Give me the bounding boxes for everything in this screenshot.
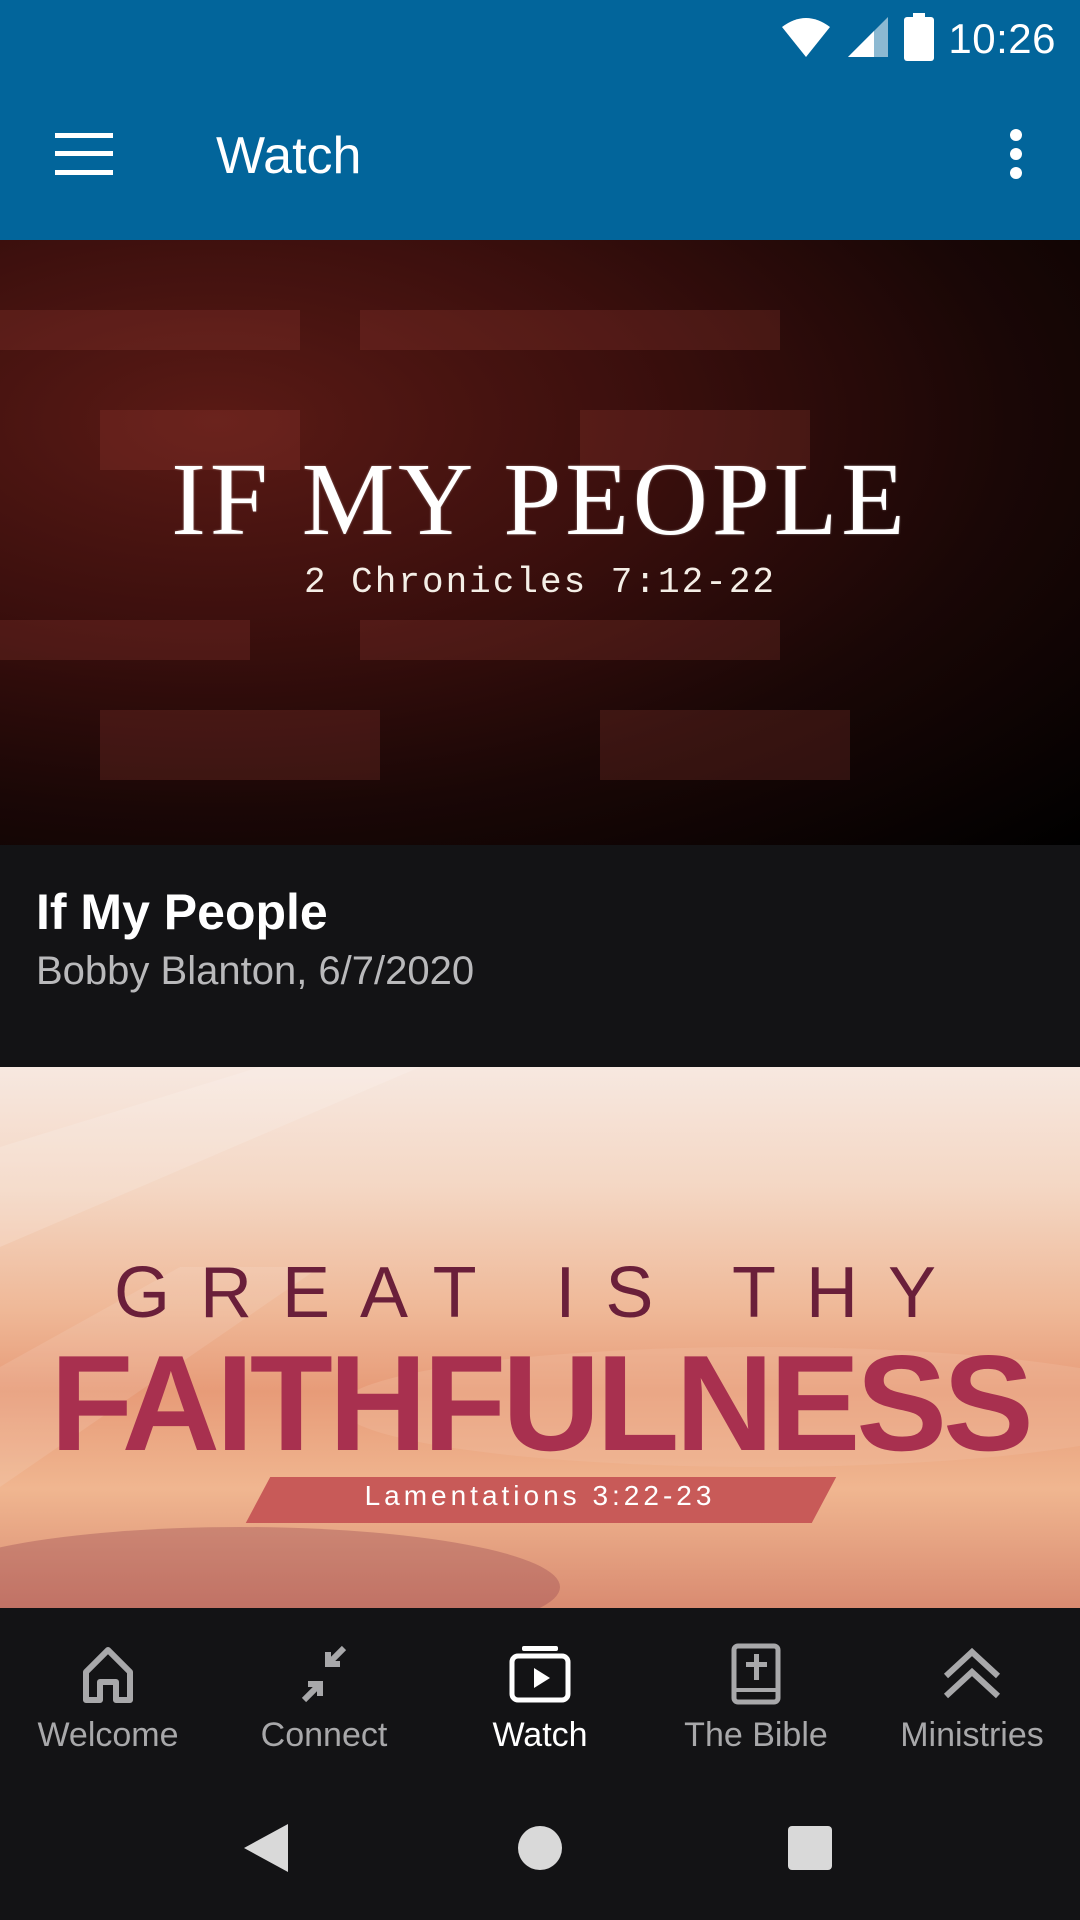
app-bar: Watch xyxy=(0,78,1080,240)
back-icon xyxy=(242,1822,290,1879)
nav-item-ministries[interactable]: Ministries xyxy=(864,1608,1080,1778)
system-navigation-bar xyxy=(0,1778,1080,1920)
menu-button[interactable] xyxy=(40,120,128,192)
status-bar: 10:26 xyxy=(0,0,1080,78)
double-chevron-up-icon xyxy=(940,1642,1004,1706)
recents-button[interactable] xyxy=(778,1818,842,1882)
nav-item-watch[interactable]: Watch xyxy=(432,1608,648,1778)
page-title: Watch xyxy=(216,127,362,185)
home-button[interactable] xyxy=(508,1818,572,1882)
bible-icon xyxy=(724,1642,788,1706)
nav-label: Ministries xyxy=(900,1716,1044,1754)
nav-label: Connect xyxy=(260,1716,388,1754)
nav-label: The Bible xyxy=(684,1716,828,1754)
hamburger-menu-icon xyxy=(55,132,113,180)
status-time: 10:26 xyxy=(948,15,1056,62)
nav-item-connect[interactable]: Connect xyxy=(216,1608,432,1778)
signal-icon xyxy=(846,15,890,64)
nav-label: Watch xyxy=(492,1716,588,1754)
bottom-navigation: Welcome Connect Watch The Bible Ministri… xyxy=(0,1608,1080,1778)
connect-arrows-icon xyxy=(292,1642,356,1706)
artwork-subtitle: 2 Chronicles 7:12-22 xyxy=(303,562,777,603)
artwork-line-1: GREAT IS THY xyxy=(113,1253,967,1333)
sermon-meta: Bobby Blanton, 6/7/2020 xyxy=(36,949,475,993)
nav-label: Welcome xyxy=(37,1716,179,1754)
sermon-artwork[interactable]: IF MY PEOPLE 2 Chronicles 7:12-22 xyxy=(0,240,1080,845)
sermon-info[interactable]: If My People Bobby Blanton, 6/7/2020 xyxy=(0,845,1080,1067)
artwork-reference: Lamentations 3:22-23 xyxy=(364,1480,716,1511)
wifi-icon xyxy=(780,15,832,64)
home-icon xyxy=(76,1642,140,1706)
overflow-menu-button[interactable] xyxy=(980,116,1052,196)
back-button[interactable] xyxy=(234,1818,298,1882)
home-circle-icon xyxy=(516,1824,564,1877)
video-library-icon xyxy=(508,1642,572,1706)
nav-item-welcome[interactable]: Welcome xyxy=(0,1608,216,1778)
sermon-artwork[interactable]: GREAT IS THY FAITHFULNESS Lamentations 3… xyxy=(0,1067,1080,1608)
artwork-title: IF MY PEOPLE xyxy=(171,442,909,557)
sermon-title: If My People xyxy=(36,884,328,940)
nav-item-the-bible[interactable]: The Bible xyxy=(648,1608,864,1778)
recents-icon xyxy=(786,1824,834,1877)
artwork-line-2: FAITHFULNESS xyxy=(50,1327,1034,1479)
sermon-list: IF MY PEOPLE 2 Chronicles 7:12-22 If My … xyxy=(0,240,1080,1608)
battery-icon xyxy=(904,12,935,66)
more-vert-icon xyxy=(1009,128,1023,184)
